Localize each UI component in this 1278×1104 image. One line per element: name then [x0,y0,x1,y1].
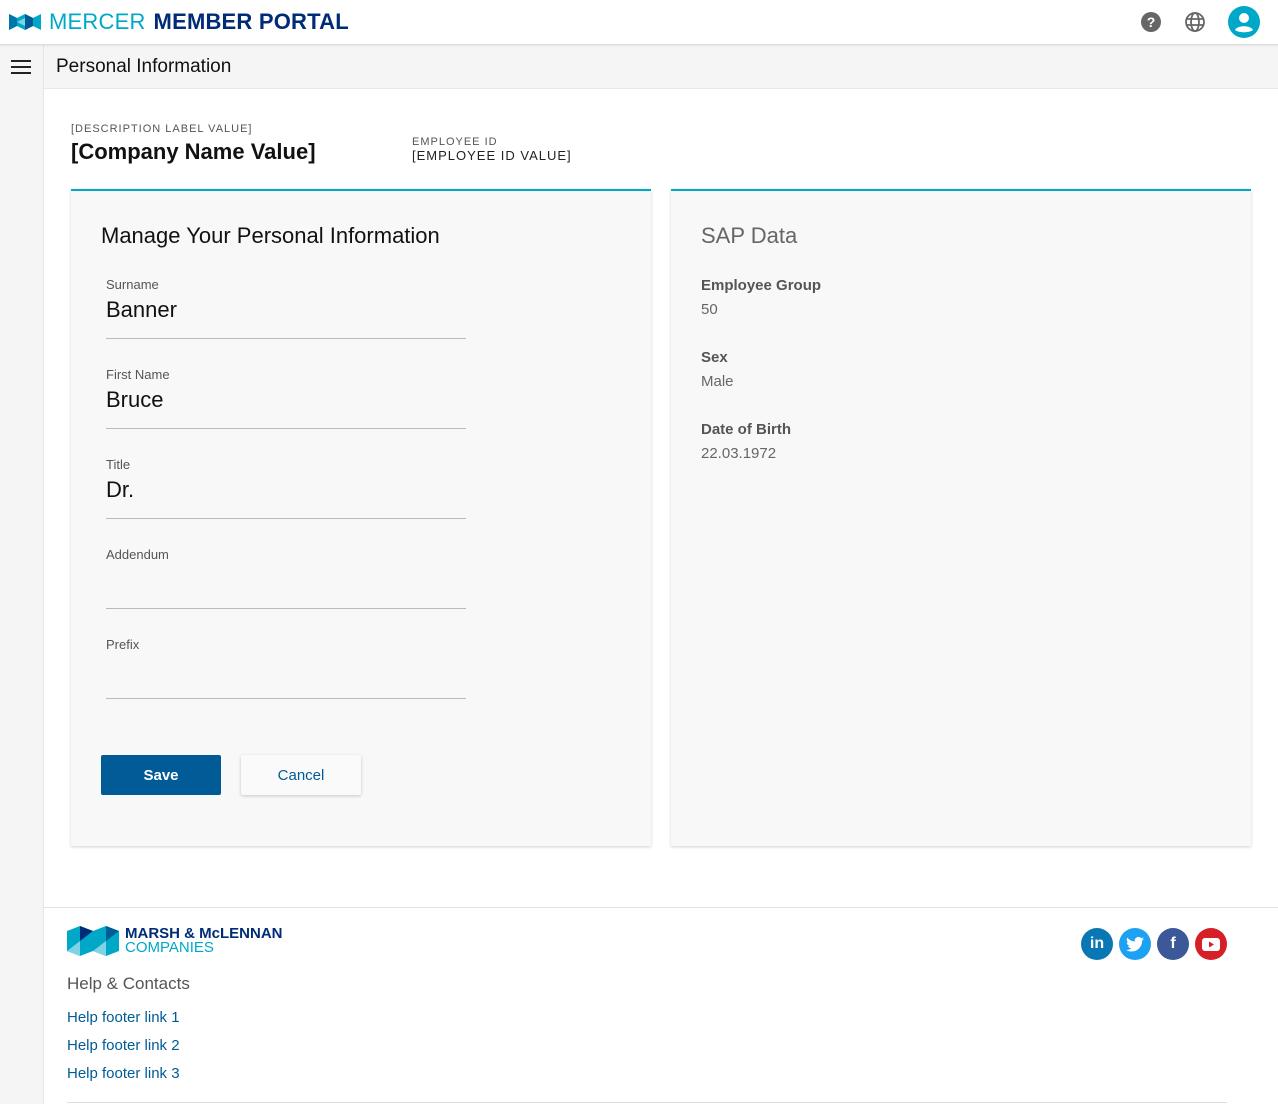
company-name: [Company Name Value] [71,139,316,164]
sex-value: Male [701,373,734,390]
mmc-logo-icon [67,926,119,956]
prefix-input[interactable] [106,657,466,683]
field-label: Title [106,457,131,472]
mmc-line2: COMPANIES [125,939,214,956]
first-name-field[interactable]: First Name [106,367,466,429]
linkedin-icon[interactable]: in [1081,928,1113,960]
employee-id-value: [EMPLOYEE ID VALUE] [412,148,572,163]
footer: MARSH & McLENNAN COMPANIES Help & Contact… [44,907,1278,1104]
menu-icon[interactable] [11,60,31,74]
globe-icon[interactable] [1184,11,1206,33]
title-input[interactable] [106,477,466,503]
employee-group-label: Employee Group [701,277,822,294]
dob-label: Date of Birth [701,421,791,438]
help-contacts-title: Help & Contacts [67,974,190,993]
employee-id-label: EMPLOYEE ID [412,136,498,148]
personal-info-card: Manage Your Personal Information Surname… [71,189,651,846]
top-bar: MERCER MEMBER PORTAL ? [0,0,1278,45]
mercer-logo-icon [9,14,41,30]
sex-label: Sex [701,349,728,366]
surname-field[interactable]: Surname [106,277,466,339]
field-label: Prefix [106,637,140,652]
field-label: First Name [106,367,170,382]
svg-text:?: ? [1147,14,1156,30]
surname-input[interactable] [106,297,466,323]
brand-name-bold: MEMBER PORTAL [153,9,349,34]
footer-link-1[interactable]: Help footer link 1 [67,1009,180,1026]
help-icon[interactable]: ? [1140,11,1162,33]
mmc-logo: MARSH & McLENNAN COMPANIES [67,926,283,956]
employee-group-value: 50 [701,301,718,318]
user-avatar-icon[interactable] [1228,6,1260,38]
addendum-field[interactable]: Addendum [106,547,466,609]
page-header: Personal Information [44,45,1278,89]
prefix-field[interactable]: Prefix [106,637,466,699]
footer-divider [67,1102,1227,1103]
cancel-button[interactable]: Cancel [241,755,361,795]
twitter-icon[interactable] [1119,928,1151,960]
footer-link-3[interactable]: Help footer link 3 [67,1065,180,1082]
sidebar [0,45,44,1104]
sap-title: SAP Data [701,223,798,248]
title-field[interactable]: Title [106,457,466,519]
brand-name-light: MERCER [49,9,146,34]
field-label: Addendum [106,547,169,562]
field-label: Surname [106,277,159,292]
brand-logo[interactable]: MERCER MEMBER PORTAL [9,9,349,35]
page-title: Personal Information [56,56,232,77]
footer-link-2[interactable]: Help footer link 2 [67,1037,180,1054]
addendum-input[interactable] [106,567,466,593]
first-name-input[interactable] [106,387,466,413]
dob-value: 22.03.1972 [701,445,777,462]
sap-data-card: SAP Data Employee Group 50 Sex Male Date… [671,189,1251,846]
save-button[interactable]: Save [101,755,221,795]
facebook-icon[interactable]: f [1157,928,1189,960]
form-title: Manage Your Personal Information [101,223,440,248]
description-label: [DESCRIPTION LABEL VALUE] [71,123,253,135]
youtube-icon[interactable] [1195,928,1227,960]
